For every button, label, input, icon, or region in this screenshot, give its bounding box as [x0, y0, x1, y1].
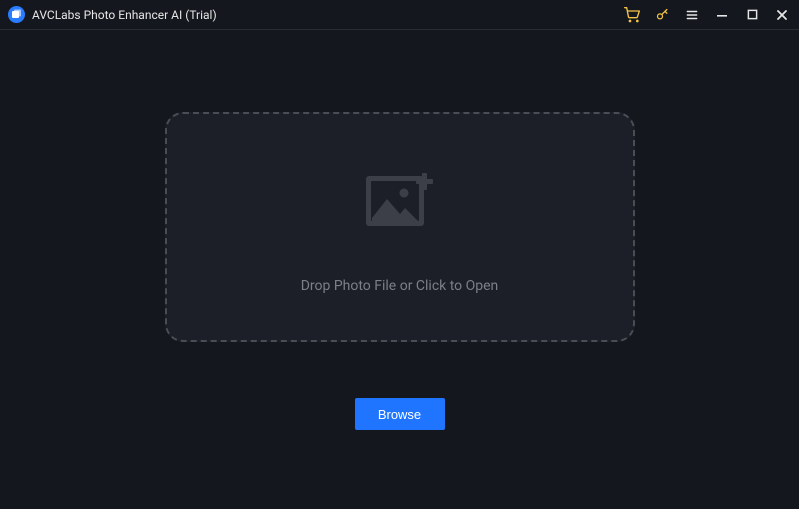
picture-add-icon — [360, 166, 440, 240]
dropzone[interactable]: Drop Photo File or Click to Open — [165, 112, 635, 342]
app-logo — [8, 6, 25, 23]
close-icon[interactable] — [773, 6, 791, 24]
menu-icon[interactable] — [683, 6, 701, 24]
titlebar-left: AVCLabs Photo Enhancer AI (Trial) — [8, 6, 217, 23]
main-content: Drop Photo File or Click to Open Browse — [0, 30, 799, 509]
minimize-icon[interactable] — [713, 6, 731, 24]
titlebar-right — [623, 6, 791, 24]
titlebar: AVCLabs Photo Enhancer AI (Trial) — [0, 0, 799, 30]
cart-icon[interactable] — [623, 6, 641, 24]
app-title: AVCLabs Photo Enhancer AI (Trial) — [32, 8, 217, 22]
maximize-icon[interactable] — [743, 6, 761, 24]
browse-button[interactable]: Browse — [355, 398, 445, 430]
dropzone-prompt: Drop Photo File or Click to Open — [301, 278, 499, 294]
key-icon[interactable] — [653, 6, 671, 24]
